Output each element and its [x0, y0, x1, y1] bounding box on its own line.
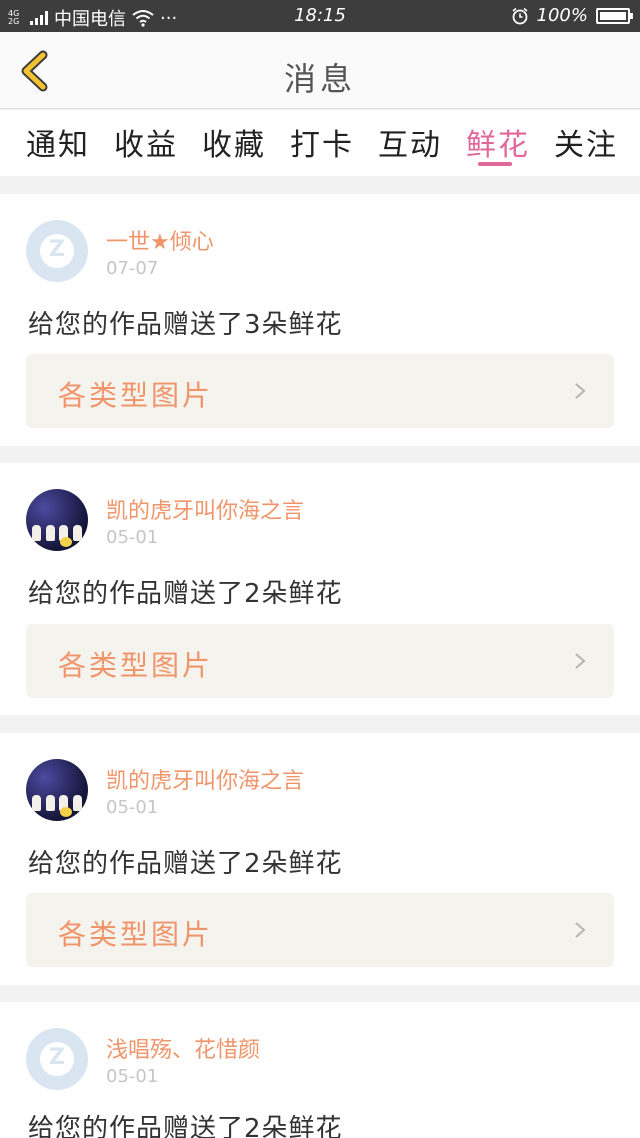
work-link-label: 各类型图片	[58, 649, 214, 682]
work-link-label: 各类型图片	[58, 918, 214, 951]
sender-name[interactable]: 浅唱殇、花惜颜	[106, 1032, 260, 1064]
work-link[interactable]: 各类型图片	[26, 893, 614, 967]
default-avatar-icon: Z	[40, 234, 74, 268]
message-date: 05-01	[106, 527, 159, 548]
sender-name[interactable]: 凯的虎牙叫你海之言	[106, 763, 304, 795]
tab-flowers[interactable]: 鲜花	[466, 120, 530, 164]
message-card: 凯的虎牙叫你海之言 05-01 给您的作品赠送了2朵鲜花 各类型图片	[0, 463, 640, 715]
message-text: 给您的作品赠送了2朵鲜花	[28, 579, 343, 609]
tab-checkin[interactable]: 打卡	[290, 120, 354, 164]
work-link-label: 各类型图片	[58, 379, 214, 412]
page-title: 消息	[283, 60, 356, 98]
chevron-right-icon	[575, 653, 586, 669]
message-card: 凯的虎牙叫你海之言 05-01 给您的作品赠送了2朵鲜花 各类型图片	[0, 733, 640, 985]
avatar[interactable]: Z	[26, 1028, 88, 1090]
message-card: Z 浅唱殇、花惜颜 05-01 给您的作品赠送了2朵鲜花	[0, 1002, 640, 1138]
status-right: 100%	[511, 5, 633, 26]
message-date: 07-07	[106, 258, 159, 279]
avatar[interactable]	[26, 489, 88, 551]
nav-header: 消息	[0, 32, 640, 109]
status-bar: 4G 2G 中国电信 ··· 18:15 100%	[0, 0, 640, 32]
tab-notice[interactable]: 通知	[26, 120, 90, 164]
avatar[interactable]: Z	[26, 220, 88, 282]
alarm-icon	[512, 7, 528, 24]
battery-icon	[596, 7, 633, 24]
chevron-right-icon	[575, 383, 586, 399]
default-avatar-icon: Z	[40, 1042, 74, 1076]
avatar[interactable]	[26, 759, 88, 821]
tab-favorites[interactable]: 收藏	[202, 120, 266, 164]
tab-bar: 通知 收益 收藏 打卡 互动 鲜花 关注	[0, 110, 640, 176]
message-text: 给您的作品赠送了2朵鲜花	[28, 849, 343, 879]
message-text: 给您的作品赠送了3朵鲜花	[28, 310, 343, 340]
tab-interaction[interactable]: 互动	[378, 120, 442, 164]
active-tab-indicator	[478, 162, 512, 166]
message-date: 05-01	[106, 1066, 159, 1087]
message-card: Z 一世★倾心 07-07 给您的作品赠送了3朵鲜花 各类型图片	[0, 194, 640, 446]
avatar-photo	[30, 525, 84, 543]
work-link[interactable]: 各类型图片	[26, 354, 614, 428]
tab-earnings[interactable]: 收益	[114, 120, 178, 164]
tab-follow[interactable]: 关注	[554, 120, 618, 164]
sender-name[interactable]: 凯的虎牙叫你海之言	[106, 493, 304, 525]
avatar-photo	[30, 795, 84, 813]
sender-name[interactable]: 一世★倾心	[106, 224, 214, 256]
chevron-right-icon	[575, 922, 586, 938]
battery-percent: 100%	[536, 5, 588, 26]
work-link[interactable]: 各类型图片	[26, 624, 614, 698]
message-text: 给您的作品赠送了2朵鲜花	[28, 1114, 343, 1138]
message-date: 05-01	[106, 797, 159, 818]
